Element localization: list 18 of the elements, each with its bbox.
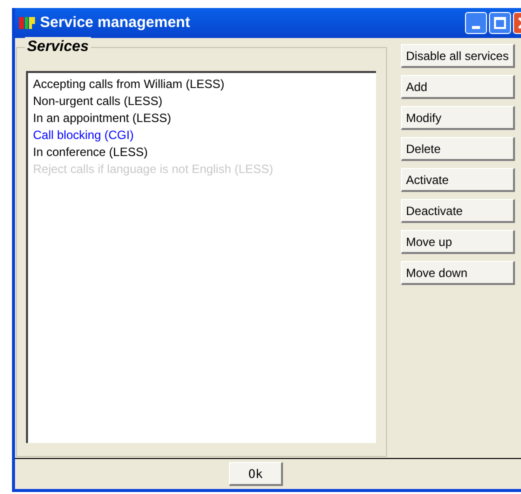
service-item[interactable]: In an appointment (LESS)	[33, 110, 376, 127]
ok-button[interactable]: Ok	[229, 462, 283, 486]
window-title: Service management	[40, 12, 192, 33]
action-button[interactable]: Deactivate	[401, 199, 515, 223]
action-button[interactable]: Disable all services	[401, 44, 515, 68]
service-item[interactable]: Accepting calls from William (LESS)	[33, 76, 376, 93]
service-item[interactable]: Call blocking (CGI)	[33, 127, 376, 144]
action-button[interactable]: Move up	[401, 230, 515, 254]
app-logo-icon	[19, 15, 37, 31]
action-button[interactable]: Add	[401, 75, 515, 99]
maximize-button[interactable]	[489, 12, 511, 34]
action-button[interactable]: Activate	[401, 168, 515, 192]
action-button[interactable]: Move down	[401, 261, 515, 285]
action-button[interactable]: Delete	[401, 137, 515, 161]
minimize-button[interactable]	[465, 12, 487, 34]
service-item[interactable]: Non-urgent calls (LESS)	[33, 93, 376, 110]
action-button[interactable]: Modify	[401, 106, 515, 130]
service-item[interactable]: In conference (LESS)	[33, 144, 376, 161]
